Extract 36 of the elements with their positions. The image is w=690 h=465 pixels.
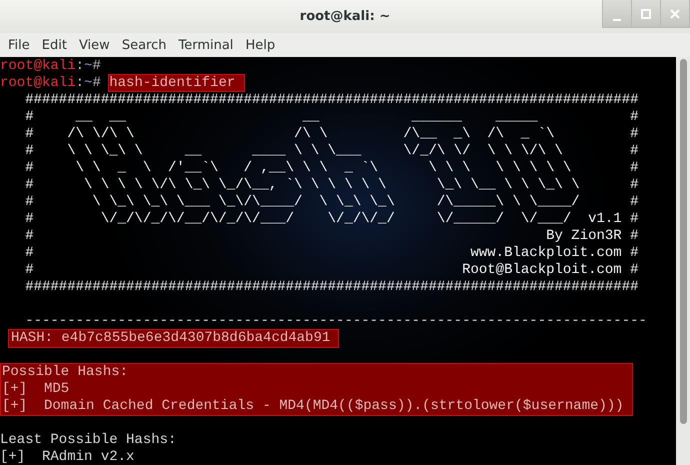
menu-item[interactable]: Search (116, 38, 174, 52)
banner-art-line: # \ \_\ \_\ \___ \_\/\____/ \ \_\ \_\ /\_____\ \ \____/ # (24, 194, 639, 211)
terminal-line: Possible Hashs: (2, 364, 128, 381)
minimize-icon (613, 18, 621, 20)
menu-item[interactable]: Help (240, 38, 282, 52)
menu-item[interactable]: File (3, 38, 37, 52)
banner-art-line: # \ \ _ \ /'__`\ / ,__\ \ \ _ `\ \ \ \ \ \ \ \ \ # (24, 160, 639, 177)
banner-art-line: # __ __ __ ______ _____ # (24, 109, 639, 126)
banner-art-line: # \ \ \ \ \/\ \_\ \_/\__, `\ \ \ \ \ \ \_\ \__ \ \ \_\ \ # (24, 177, 639, 194)
banner-art-line: # Root@Blackploit.com # (24, 262, 639, 279)
banner-art-line: # \ \ \_\ \ __ ____ \ \ \___ \/_/\ \/ \ \ \/\ \ # (24, 143, 639, 160)
terminal-line: [+] RAdmin v2.x (0, 449, 134, 465)
command-text: hash-identifier (109, 75, 244, 91)
banner-art-line: # /\ \/\ \ /\ \ /\__ _\ /\ _ `\ # (24, 126, 639, 143)
maximize-icon (641, 8, 651, 18)
banner-art-line: ######################################################################### (24, 279, 639, 296)
maximize-button[interactable] (631, 0, 661, 28)
close-icon (670, 8, 680, 18)
menu-item[interactable]: View (74, 38, 117, 52)
terminal-line: root@kali:~# (0, 58, 102, 75)
terminal-line: [+] Domain Cached Credentials - MD4(MD4(($pass)).(strtolower($username))) (2, 398, 624, 415)
banner-art-line: ######################################################################### (24, 92, 639, 109)
terminal-line: HASH: e4b7c855be6e3d4307b8d6ba4cd4ab91 (11, 330, 330, 347)
scrollbar[interactable] (676, 57, 690, 465)
terminal-line: root@kali:~# hash-identifier (0, 75, 244, 92)
banner-art-line: # By Zion3R # (24, 228, 639, 245)
window-title: root@kali: ~ (300, 9, 390, 24)
terminal-line: -------------------------------------------------------------------------- (24, 313, 647, 330)
terminal-line: [+] MD5 (2, 381, 70, 398)
terminal-line: Least Possible Hashs: (0, 432, 176, 449)
close-button[interactable] (660, 0, 690, 28)
menu-item[interactable]: Terminal (173, 38, 240, 52)
banner-art-line: # \/_/\/_/\/__/\/_/\/___/ \/_/\/_/ \/_____/ \/___/ v1.1 # (24, 211, 639, 228)
banner-art-line: # www.Blackploit.com # (24, 245, 639, 262)
minimize-button[interactable] (602, 0, 632, 28)
menu-item[interactable]: Edit (36, 38, 74, 52)
